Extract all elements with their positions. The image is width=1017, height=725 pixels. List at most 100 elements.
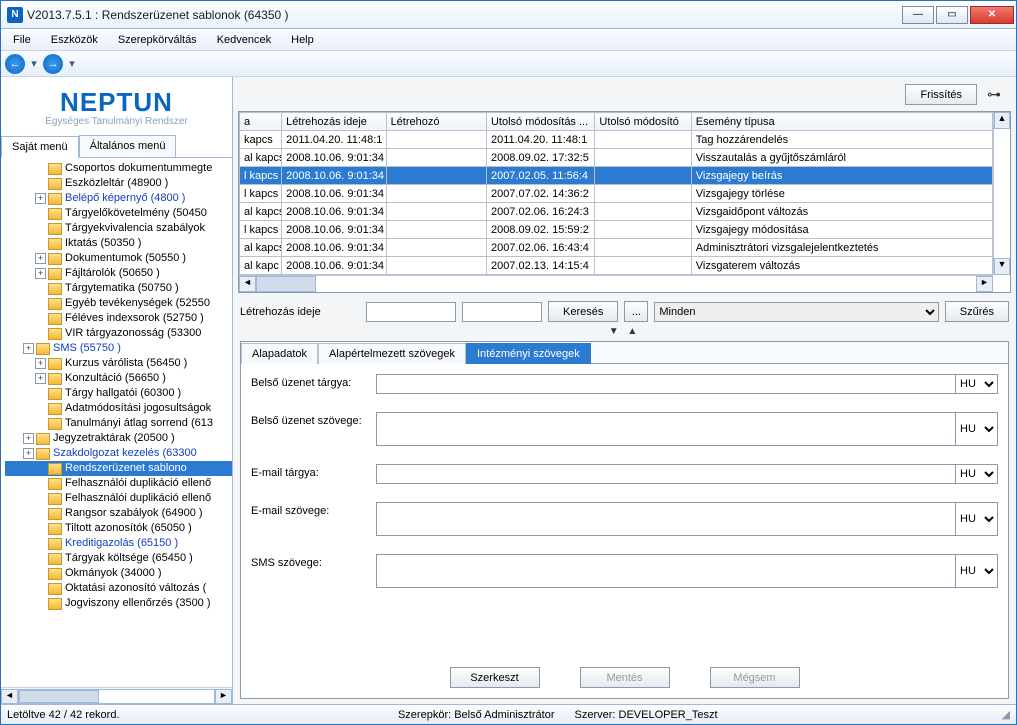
hscroll-right[interactable]: ►	[976, 276, 993, 292]
search-button[interactable]: Keresés	[548, 301, 618, 322]
table-row[interactable]: al kapcs2008.10.06. 9:01:342007.02.06. 1…	[240, 239, 993, 257]
language-select[interactable]: HU	[956, 554, 998, 588]
tree-item[interactable]: Egyéb tevékenységek (52550	[5, 296, 232, 311]
pin-icon[interactable]: ⊶	[983, 86, 1005, 103]
tree-hscroll[interactable]: ◄ ►	[1, 687, 232, 704]
detail-tab[interactable]: Intézményi szövegek	[466, 343, 591, 364]
tree-item[interactable]: Tiltott azonosítók (65050 )	[5, 521, 232, 536]
tree-item[interactable]: Tárgytematika (50750 )	[5, 281, 232, 296]
grid-vscroll[interactable]: ▲ ▼	[993, 112, 1010, 275]
search-more-button[interactable]: ...	[624, 301, 648, 322]
tree-item[interactable]: Csoportos dokumentummegte	[5, 161, 232, 176]
filter-select[interactable]: Minden	[654, 302, 938, 322]
nav-forward-button[interactable]: →	[43, 54, 63, 74]
column-header[interactable]: a	[240, 113, 282, 131]
tree-item[interactable]: Eszközleltár (48900 )	[5, 176, 232, 191]
grid-hscroll[interactable]: ◄ ►	[239, 275, 993, 292]
collapse-toggle[interactable]: ▼ ▲	[238, 326, 1011, 337]
expand-icon[interactable]: +	[35, 358, 46, 369]
language-select[interactable]: HU	[956, 464, 998, 484]
close-button[interactable]: ✕	[970, 6, 1014, 24]
tree-item[interactable]: Tárgy hallgatói (60300 )	[5, 386, 232, 401]
tree-item[interactable]: +Fájltárolók (50650 )	[5, 266, 232, 281]
table-row[interactable]: l kapcs2008.10.06. 9:01:342007.07.02. 14…	[240, 185, 993, 203]
text-field[interactable]	[376, 374, 956, 394]
tree-item[interactable]: Tárgyelőkövetelmény (50450	[5, 206, 232, 221]
expand-icon[interactable]: +	[23, 433, 34, 444]
text-field[interactable]	[376, 464, 956, 484]
menu-item[interactable]: File	[5, 32, 39, 48]
edit-button[interactable]: Szerkeszt	[450, 667, 540, 688]
tree-item[interactable]: Oktatási azonosító változás (	[5, 581, 232, 596]
hscroll-left[interactable]: ◄	[239, 276, 256, 292]
text-field[interactable]	[376, 554, 956, 588]
tree-item[interactable]: Tárgyak költsége (65450 )	[5, 551, 232, 566]
hscroll-thumb[interactable]	[256, 276, 316, 292]
tree-item[interactable]: Féléves indexsorok (52750 )	[5, 311, 232, 326]
detail-tab[interactable]: Alapértelmezett szövegek	[318, 343, 466, 364]
menu-item[interactable]: Szerepkörváltás	[110, 32, 205, 48]
scroll-left-arrow[interactable]: ◄	[1, 689, 18, 704]
column-header[interactable]: Utolsó módosító	[595, 113, 691, 131]
nav-back-dropdown[interactable]: ▾	[29, 57, 39, 70]
tree-item[interactable]: +Dokumentumok (50550 )	[5, 251, 232, 266]
tree-item[interactable]: Tanulmányi átlag sorrend (613	[5, 416, 232, 431]
expand-icon[interactable]: +	[23, 448, 34, 459]
expand-icon[interactable]: +	[35, 193, 46, 204]
vscroll-up[interactable]: ▲	[994, 112, 1010, 129]
expand-icon[interactable]: +	[23, 343, 34, 354]
scroll-right-arrow[interactable]: ►	[215, 689, 232, 704]
table-row[interactable]: l kapcs2008.10.06. 9:01:342008.09.02. 15…	[240, 221, 993, 239]
data-grid[interactable]: aLétrehozás idejeLétrehozóUtolsó módosít…	[238, 111, 1011, 293]
table-row[interactable]: al kapcs2008.10.06. 9:01:342007.02.06. 1…	[240, 203, 993, 221]
tree-item[interactable]: VIR tárgyazonosság (53300	[5, 326, 232, 341]
text-field[interactable]	[376, 412, 956, 446]
menu-item[interactable]: Eszközök	[43, 32, 106, 48]
column-header[interactable]: Esemény típusa	[691, 113, 992, 131]
tree-item[interactable]: +Konzultáció (56650 )	[5, 371, 232, 386]
scroll-thumb[interactable]	[19, 690, 99, 703]
refresh-button[interactable]: Frissítés	[905, 84, 977, 105]
tree-item[interactable]: +Szakdolgozat kezelés (63300	[5, 446, 232, 461]
table-row[interactable]: al kapc2008.10.06. 9:01:342007.02.13. 14…	[240, 257, 993, 275]
expand-icon[interactable]: +	[35, 373, 46, 384]
maximize-button[interactable]: ▭	[936, 6, 968, 24]
tree-item[interactable]: +Belépő képernyő (4800 )	[5, 191, 232, 206]
menu-item[interactable]: Help	[283, 32, 322, 48]
table-row[interactable]: al kapcs2008.10.06. 9:01:342008.09.02. 1…	[240, 149, 993, 167]
tree-item[interactable]: +Jegyzetraktárak (20500 )	[5, 431, 232, 446]
expand-icon[interactable]: +	[35, 253, 46, 264]
search-input-2[interactable]	[462, 302, 542, 322]
scroll-track[interactable]	[18, 689, 215, 704]
tree-item[interactable]: Kreditigazolás (65150 )	[5, 536, 232, 551]
tree-item[interactable]: Jogviszony ellenőrzés (3500 )	[5, 596, 232, 611]
left-tab[interactable]: Saját menü	[1, 136, 79, 158]
search-input-1[interactable]	[366, 302, 456, 322]
text-field[interactable]	[376, 502, 956, 536]
table-row[interactable]: kapcs2011.04.20. 11:48:12011.04.20. 11:4…	[240, 131, 993, 149]
tree-item[interactable]: Adatmódosítási jogosultságok	[5, 401, 232, 416]
nav-forward-dropdown[interactable]: ▾	[67, 57, 77, 70]
tree-item[interactable]: Okmányok (34000 )	[5, 566, 232, 581]
column-header[interactable]: Utolsó módosítás ...	[486, 113, 594, 131]
filter-button[interactable]: Szűrés	[945, 301, 1009, 322]
expand-icon[interactable]: +	[35, 268, 46, 279]
language-select[interactable]: HU	[956, 502, 998, 536]
save-button[interactable]: Mentés	[580, 667, 670, 688]
tree-item[interactable]: +SMS (55750 )	[5, 341, 232, 356]
tree-item[interactable]: Rendszerüzenet sablono	[5, 461, 232, 476]
tree-item[interactable]: Felhasználói duplikáció ellenő	[5, 491, 232, 506]
tree-item[interactable]: Iktatás (50350 )	[5, 236, 232, 251]
column-header[interactable]: Létrehozás ideje	[282, 113, 386, 131]
nav-tree[interactable]: Csoportos dokumentummegteEszközleltár (4…	[1, 158, 232, 687]
tree-item[interactable]: +Kurzus várólista (56450 )	[5, 356, 232, 371]
nav-back-button[interactable]: ←	[5, 54, 25, 74]
vscroll-down[interactable]: ▼	[994, 258, 1010, 275]
menu-item[interactable]: Kedvencek	[209, 32, 279, 48]
tree-item[interactable]: Felhasználói duplikáció ellenő	[5, 476, 232, 491]
resize-grip[interactable]: ◢	[996, 708, 1010, 721]
detail-tab[interactable]: Alapadatok	[241, 343, 318, 364]
tree-item[interactable]: Tárgyekvivalencia szabályok	[5, 221, 232, 236]
tree-item[interactable]: Rangsor szabályok (64900 )	[5, 506, 232, 521]
language-select[interactable]: HU	[956, 412, 998, 446]
